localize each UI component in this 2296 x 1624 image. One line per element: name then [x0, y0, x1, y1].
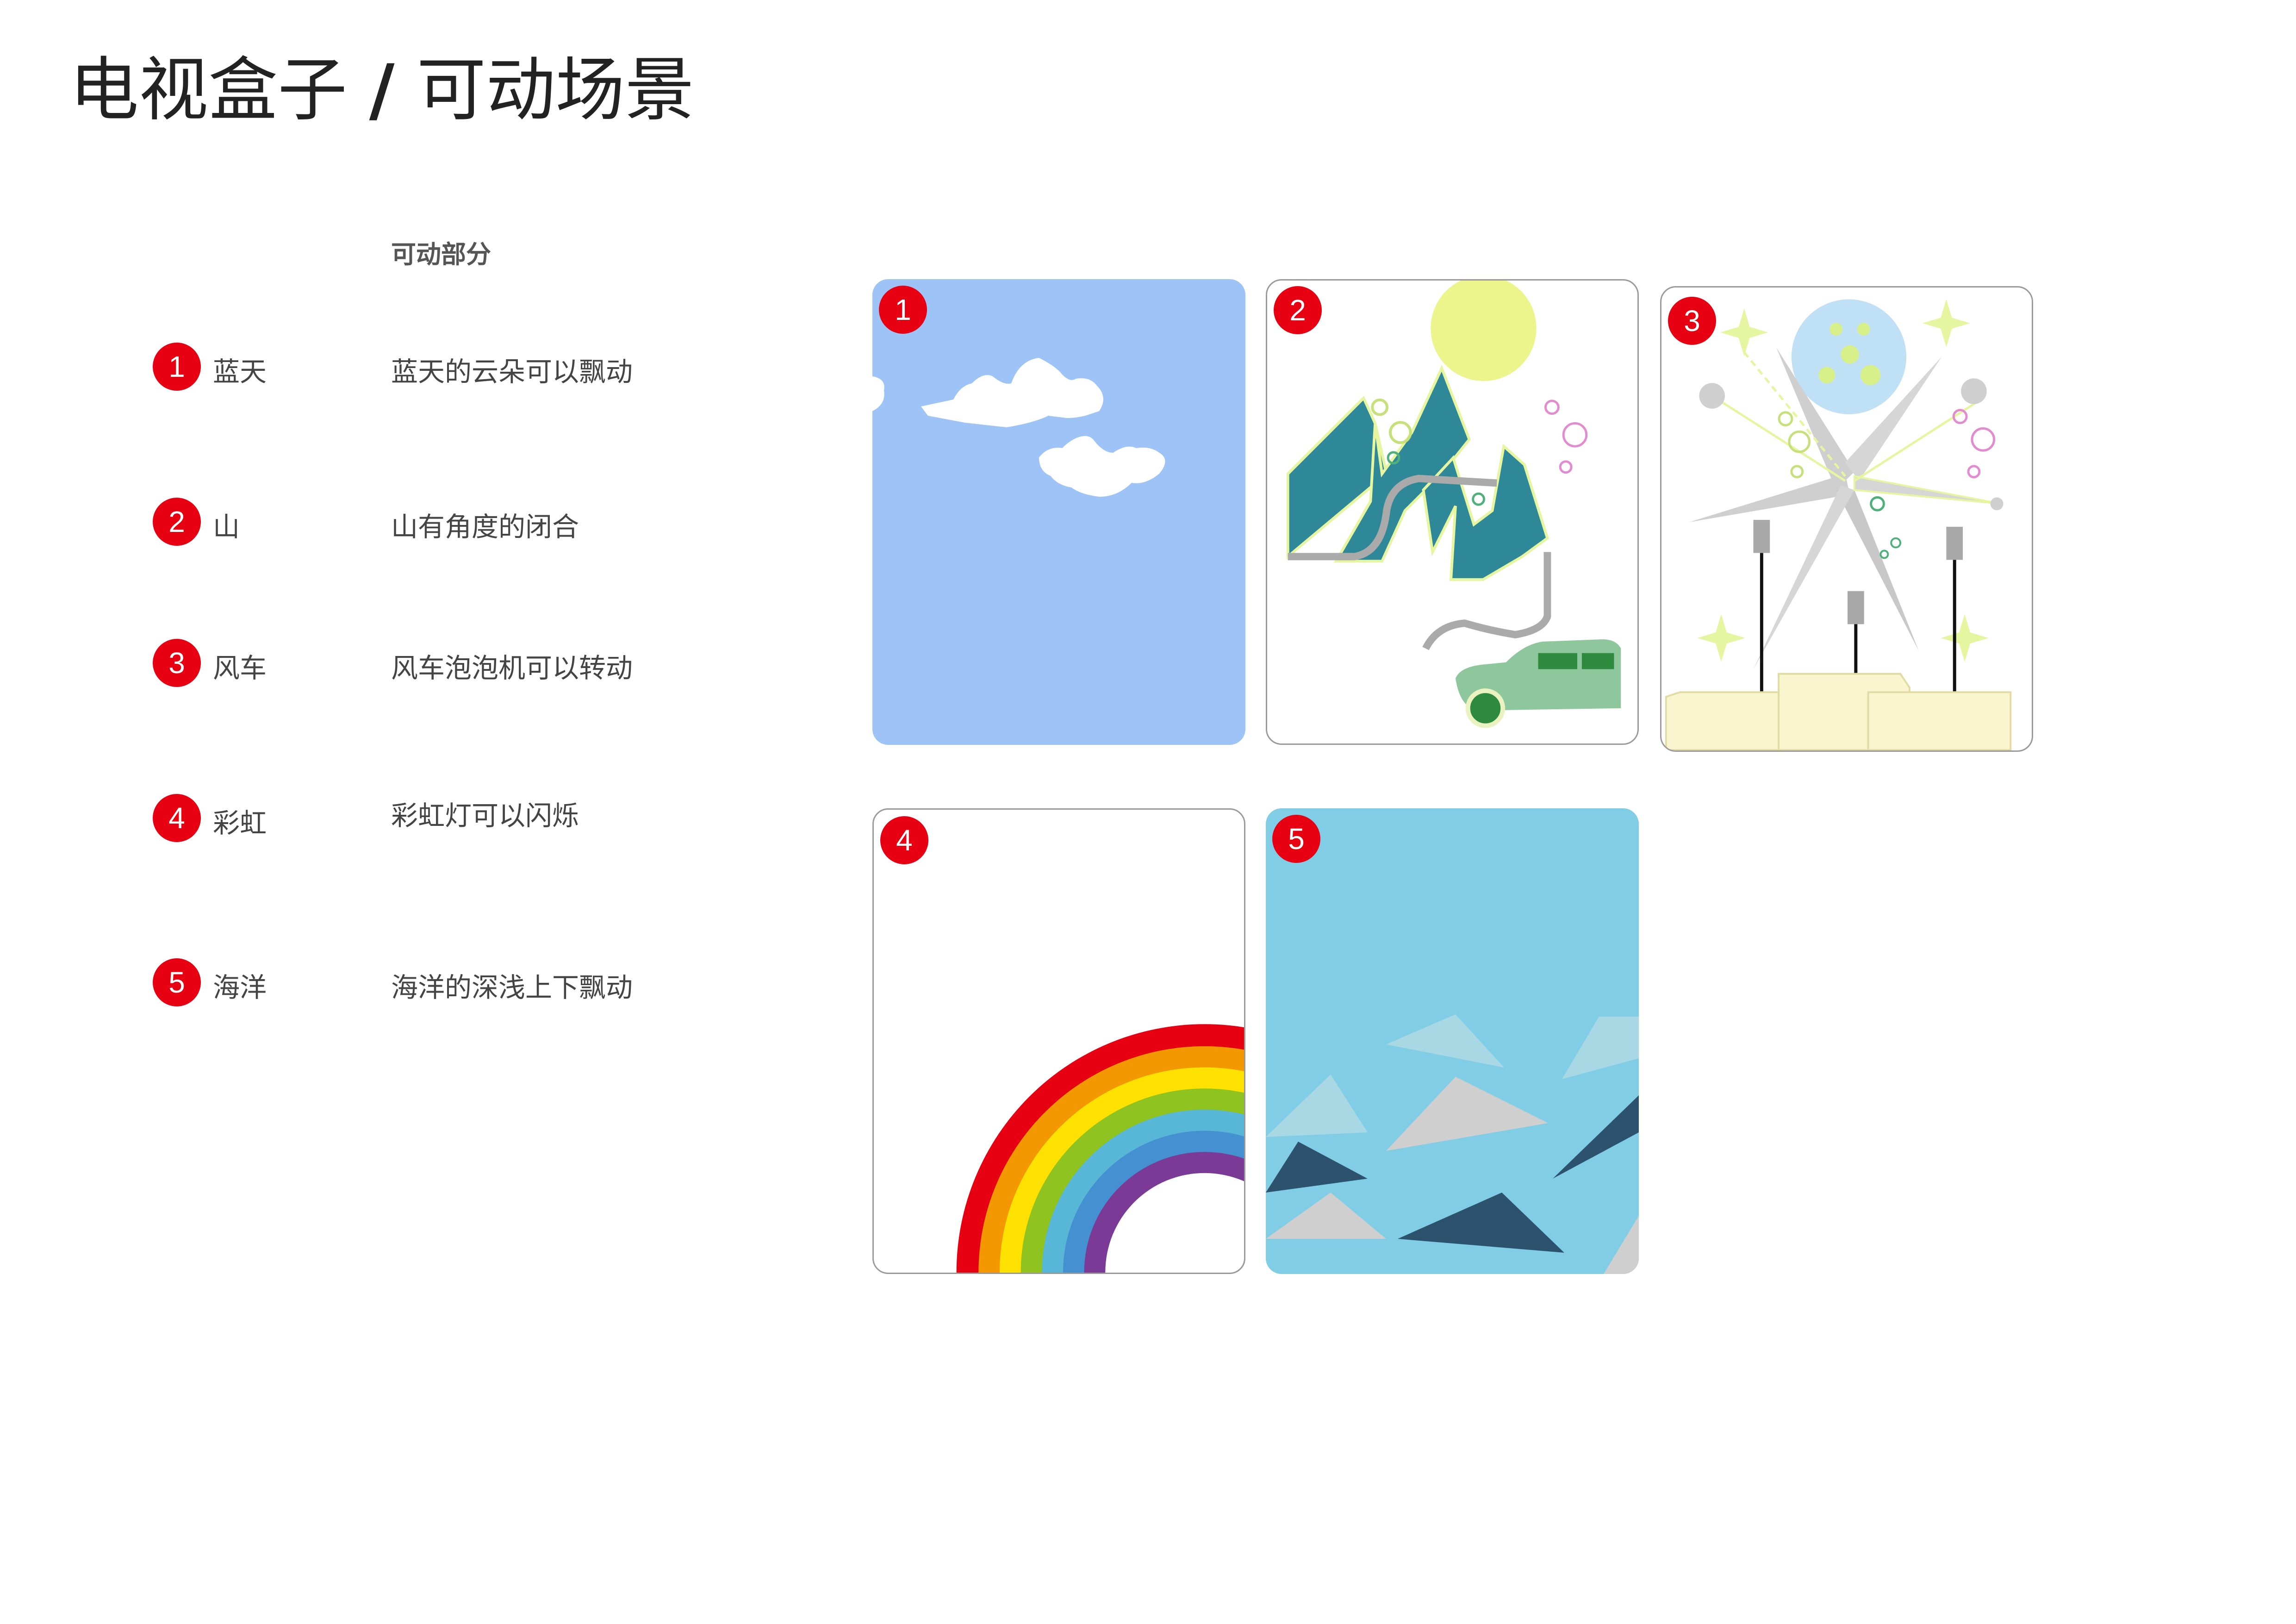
page-title-slash: /: [369, 50, 395, 131]
car-window: [1581, 653, 1614, 669]
page-title: 电视盒子 / 可动场景: [69, 56, 694, 125]
sun-shape: [1431, 281, 1537, 381]
bubble-shape: [1699, 383, 1725, 409]
bubble-shape: [1990, 497, 2004, 511]
item-number-badge: 5: [153, 958, 201, 1006]
bubble-shape: [1857, 323, 1870, 336]
item-number-badge: 3: [153, 639, 201, 687]
item-row-sky: 1 蓝天 蓝天的云朵可以飘动: [153, 343, 708, 394]
bubble-shape: [1870, 496, 1885, 512]
item-row-ocean: 5 海洋 海洋的深浅上下飘动: [153, 958, 708, 1009]
scene-card-ocean: 5: [1266, 808, 1639, 1274]
sparkle-shape: [1697, 614, 1745, 662]
bubble-shape: [1790, 465, 1804, 479]
item-description: 风车泡泡机可以转动: [391, 652, 633, 684]
item-description: 蓝天的云朵可以飘动: [391, 356, 633, 387]
bubble-shape: [1389, 421, 1412, 444]
bubble-shape: [1544, 400, 1560, 415]
car-window: [1538, 653, 1577, 669]
speaker-shape: [1946, 526, 1963, 560]
card-number-badge: 2: [1274, 286, 1322, 334]
item-name: 海洋: [213, 972, 267, 1003]
sparkle-shape: [1922, 299, 1970, 347]
bubble-shape: [1971, 427, 1996, 452]
card-number-badge: 4: [880, 816, 928, 864]
item-name: 山: [213, 511, 240, 543]
windmill-blade: [1836, 490, 1919, 651]
item-description: 山有角度的闭合: [391, 511, 579, 543]
speaker-shape: [1753, 519, 1770, 553]
scene-card-sky: 1: [872, 279, 1245, 745]
sparkle-shape: [1941, 614, 1989, 662]
bubble-shape: [1890, 537, 1902, 549]
mountain-illustration: [1286, 281, 1621, 728]
bubble-shape: [1841, 345, 1859, 364]
page-title-left: 电视盒子: [69, 50, 348, 131]
base-platform: [1867, 691, 2012, 750]
movable-parts-header: 可动部分: [391, 240, 491, 269]
item-description: 彩虹灯可以闪烁: [391, 800, 579, 831]
bubble-shape: [1559, 460, 1573, 474]
card-number-badge: 1: [879, 286, 927, 334]
windmill-blade: [1753, 485, 1854, 669]
bubble-shape: [1860, 365, 1881, 386]
bubble-shape: [1818, 367, 1836, 384]
bubble-shape: [1879, 550, 1889, 559]
bubble-shape: [1472, 492, 1485, 506]
car-wheel: [1465, 688, 1506, 728]
scene-card-rainbow: 4: [872, 808, 1245, 1274]
scene-card-windmill: 3: [1660, 286, 2033, 752]
sky-illustration: [872, 279, 1245, 745]
item-name: 蓝天: [213, 356, 267, 387]
item-row-mountain: 2 山 山有角度的闭合: [153, 498, 708, 549]
page-title-right: 可动场景: [417, 50, 695, 131]
bubble-shape: [1829, 323, 1843, 336]
speaker-shape: [1847, 591, 1864, 625]
bubble-shape: [1562, 422, 1588, 448]
item-name: 风车: [213, 652, 267, 684]
scene-card-mountain: 2: [1266, 279, 1639, 745]
bubble-shape: [1788, 430, 1811, 453]
item-description: 海洋的深浅上下飘动: [391, 972, 633, 1003]
item-row-rainbow: 4 彩虹 彩虹灯可以闪烁: [153, 794, 708, 845]
item-name: 彩虹: [213, 807, 267, 839]
windmill-illustration: [1665, 299, 2012, 750]
bubble-shape: [1778, 411, 1793, 426]
item-number-badge: 4: [153, 794, 201, 842]
item-row-windmill: 3 风车 风车泡泡机可以转动: [153, 639, 708, 690]
sparkle-shape: [1720, 308, 1768, 356]
bubble-shape: [1371, 398, 1389, 416]
rainbow-illustration: [956, 1024, 1244, 1273]
ocean-illustration: [1266, 808, 1639, 1274]
item-number-badge: 1: [153, 343, 201, 391]
bubble-shape: [1967, 465, 1981, 479]
card-number-badge: 5: [1272, 815, 1320, 863]
bubble-shape: [1961, 378, 1987, 404]
windmill-blade: [1689, 474, 1850, 522]
windmill-blade: [1853, 475, 2002, 505]
card-number-badge: 3: [1668, 297, 1716, 345]
item-number-badge: 2: [153, 498, 201, 546]
